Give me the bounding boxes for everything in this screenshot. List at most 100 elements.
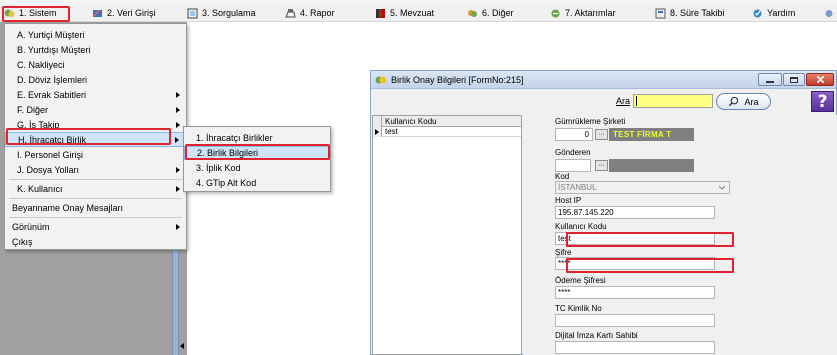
menu-aktarimlar-label: 7. Aktarımlar	[565, 8, 616, 18]
host-ip-label: Host IP	[555, 196, 582, 205]
menu-sure-takibi-label: 8. Süre Takibi	[670, 8, 725, 18]
sistem-item-label: B. Yurtdışı Müşteri	[17, 45, 91, 55]
birlik-submenu: 1. İhracatçı Birlikler 2. Birlik Bilgile…	[183, 126, 331, 192]
sistem-item-diger[interactable]: F. Diğer	[5, 103, 186, 117]
gonderen-lookup-button[interactable]: ⋯	[595, 160, 608, 171]
menu-veri-girisi[interactable]: 2. Veri Girişi	[92, 5, 156, 21]
menu-rapor-label: 4. Rapor	[300, 8, 335, 18]
menu-diger[interactable]: 6. Diğer	[467, 5, 514, 21]
gonderen-code-field[interactable]	[555, 159, 591, 172]
submenu-arrow-icon	[176, 122, 180, 128]
menu-separator	[9, 198, 182, 199]
sistem-item-yurtdisi[interactable]: B. Yurtdışı Müşteri	[5, 43, 186, 57]
aktarimlar-icon	[550, 8, 561, 19]
kullanici-kodu-value: test	[558, 234, 571, 243]
sorgulama-icon	[187, 8, 198, 19]
chevron-down-icon	[719, 186, 725, 190]
sistem-item-kullanici[interactable]: K. Kullanıcı	[5, 182, 186, 196]
gumrukleme-lookup-button[interactable]: ⋯	[595, 129, 608, 140]
grid-header[interactable]: Kullanıcı Kodu	[373, 116, 521, 127]
close-button[interactable]	[806, 73, 834, 86]
sistem-dropdown: A. Yurtiçi Müşteri B. Yurtdışı Müşteri C…	[4, 23, 187, 250]
sistem-item-gorunum[interactable]: Görünüm	[5, 220, 186, 234]
gonderen-name-field	[609, 159, 694, 172]
odeme-sifresi-value: ****	[558, 288, 571, 297]
help-icon: ?	[817, 91, 828, 112]
sistem-item-label: K. Kullanıcı	[17, 184, 63, 194]
odeme-sifresi-label: Ödeme Şifresi	[555, 276, 606, 285]
sifre-label: Şifre	[555, 248, 572, 257]
row-indicator-icon	[373, 127, 382, 137]
help-button[interactable]: ?	[811, 91, 834, 112]
sistem-item-is-takip[interactable]: G. İş Takip	[5, 118, 186, 132]
grid-cell: test	[385, 127, 398, 136]
sure-takibi-icon	[655, 8, 666, 19]
birlik-item-iplik-kod[interactable]: 3. İplik Kod	[184, 161, 330, 175]
minimize-icon	[766, 80, 774, 83]
search-button[interactable]: Ara	[716, 93, 771, 110]
host-ip-field[interactable]: 195.87.145.220	[555, 206, 715, 219]
odeme-sifresi-field[interactable]: ****	[555, 286, 715, 299]
overflow-icon	[823, 8, 834, 19]
dialog-titlebar[interactable]: Birlik Onay Bilgileri [FormNo:215]	[371, 71, 836, 89]
sistem-item-label: Görünüm	[12, 222, 50, 232]
table-row[interactable]: test	[373, 127, 521, 137]
search-input[interactable]	[633, 94, 713, 108]
birlik-item-gtip-alt-kod[interactable]: 4. GTip Alt Kod	[184, 176, 330, 190]
menu-sure-takibi[interactable]: 8. Süre Takibi	[655, 5, 724, 21]
menu-mevzuat[interactable]: 5. Mevzuat	[375, 5, 434, 21]
birlik-item-ihracatci-birlikler[interactable]: 1. İhracatçı Birlikler	[184, 131, 330, 145]
sistem-item-label: F. Diğer	[17, 105, 49, 115]
kod-select[interactable]: İSTANBUL	[555, 181, 730, 194]
sistem-item-personel[interactable]: I. Personel Girişi	[5, 148, 186, 162]
minimize-button[interactable]	[758, 73, 782, 86]
sistem-item-doviz[interactable]: D. Döviz İşlemleri	[5, 73, 186, 87]
menu-overflow[interactable]	[823, 5, 834, 21]
veri-girisi-icon	[92, 8, 103, 19]
submenu-arrow-icon	[176, 167, 180, 173]
gumrukleme-label: Gümrükleme Şirketi	[555, 117, 626, 126]
menu-rapor[interactable]: 4. Rapor	[285, 5, 335, 21]
sistem-item-dosya-yollari[interactable]: J. Dosya Yolları	[5, 163, 186, 177]
birlik-item-label: 3. İplik Kod	[196, 163, 241, 173]
menu-yardim[interactable]: Yardım	[752, 5, 795, 21]
close-icon	[816, 75, 824, 84]
mevzuat-icon	[375, 8, 386, 19]
birlik-item-label: 4. GTip Alt Kod	[196, 178, 257, 188]
detail-form: Gümrükleme Şirketi 0 ⋯ TEST FİRMA T Gönd…	[523, 115, 837, 355]
menu-separator	[9, 179, 182, 180]
main-menubar: 1. Sistem 2. Veri Girişi 3. Sorgulama 4.…	[0, 0, 837, 22]
sistem-item-yurtici[interactable]: A. Yurtiçi Müşteri	[5, 28, 186, 42]
grid-column-header: Kullanıcı Kodu	[385, 116, 437, 126]
sistem-item-label: A. Yurtiçi Müşteri	[17, 30, 85, 40]
dijital-imza-field[interactable]	[555, 341, 715, 354]
sistem-item-nakliyeci[interactable]: C. Nakliyeci	[5, 58, 186, 72]
submenu-arrow-icon	[176, 186, 180, 192]
birlik-item-birlik-bilgileri[interactable]: 2. Birlik Bilgileri	[184, 146, 330, 160]
sistem-icon	[4, 8, 15, 19]
menu-sistem[interactable]: 1. Sistem	[4, 5, 57, 21]
birlik-item-label: 2. Birlik Bilgileri	[197, 148, 259, 158]
menu-mevzuat-label: 5. Mevzuat	[390, 8, 435, 18]
menu-sorgulama-label: 3. Sorgulama	[202, 8, 256, 18]
menu-aktarimlar[interactable]: 7. Aktarımlar	[550, 5, 616, 21]
maximize-button[interactable]	[783, 73, 805, 86]
form-icon	[375, 74, 387, 86]
gumrukleme-code-field[interactable]: 0	[555, 128, 593, 141]
sistem-item-ihracatci-birlik[interactable]: H. İhracatçı Birlik	[5, 132, 186, 147]
menu-sorgulama[interactable]: 3. Sorgulama	[187, 5, 256, 21]
kullanici-kodu-field[interactable]: test	[555, 232, 715, 245]
grid-header-corner	[373, 116, 382, 127]
tc-kimlik-field[interactable]	[555, 314, 715, 327]
menu-sistem-label: 1. Sistem	[19, 8, 57, 18]
sistem-item-cikis[interactable]: Çıkış	[5, 235, 186, 249]
dialog-title: Birlik Onay Bilgileri [FormNo:215]	[391, 74, 524, 85]
sifre-field[interactable]: ****	[555, 257, 715, 270]
sistem-item-evrak[interactable]: E. Evrak Sabitleri	[5, 88, 186, 102]
submenu-arrow-icon	[175, 137, 179, 143]
yardim-icon	[752, 8, 763, 19]
search-toolbar: Ara Ara ?	[371, 90, 836, 114]
collapse-arrow-icon[interactable]	[180, 343, 184, 349]
sistem-item-beyanname[interactable]: Beyanname Onay Mesajları	[5, 201, 186, 215]
menu-yardim-label: Yardım	[767, 8, 796, 18]
